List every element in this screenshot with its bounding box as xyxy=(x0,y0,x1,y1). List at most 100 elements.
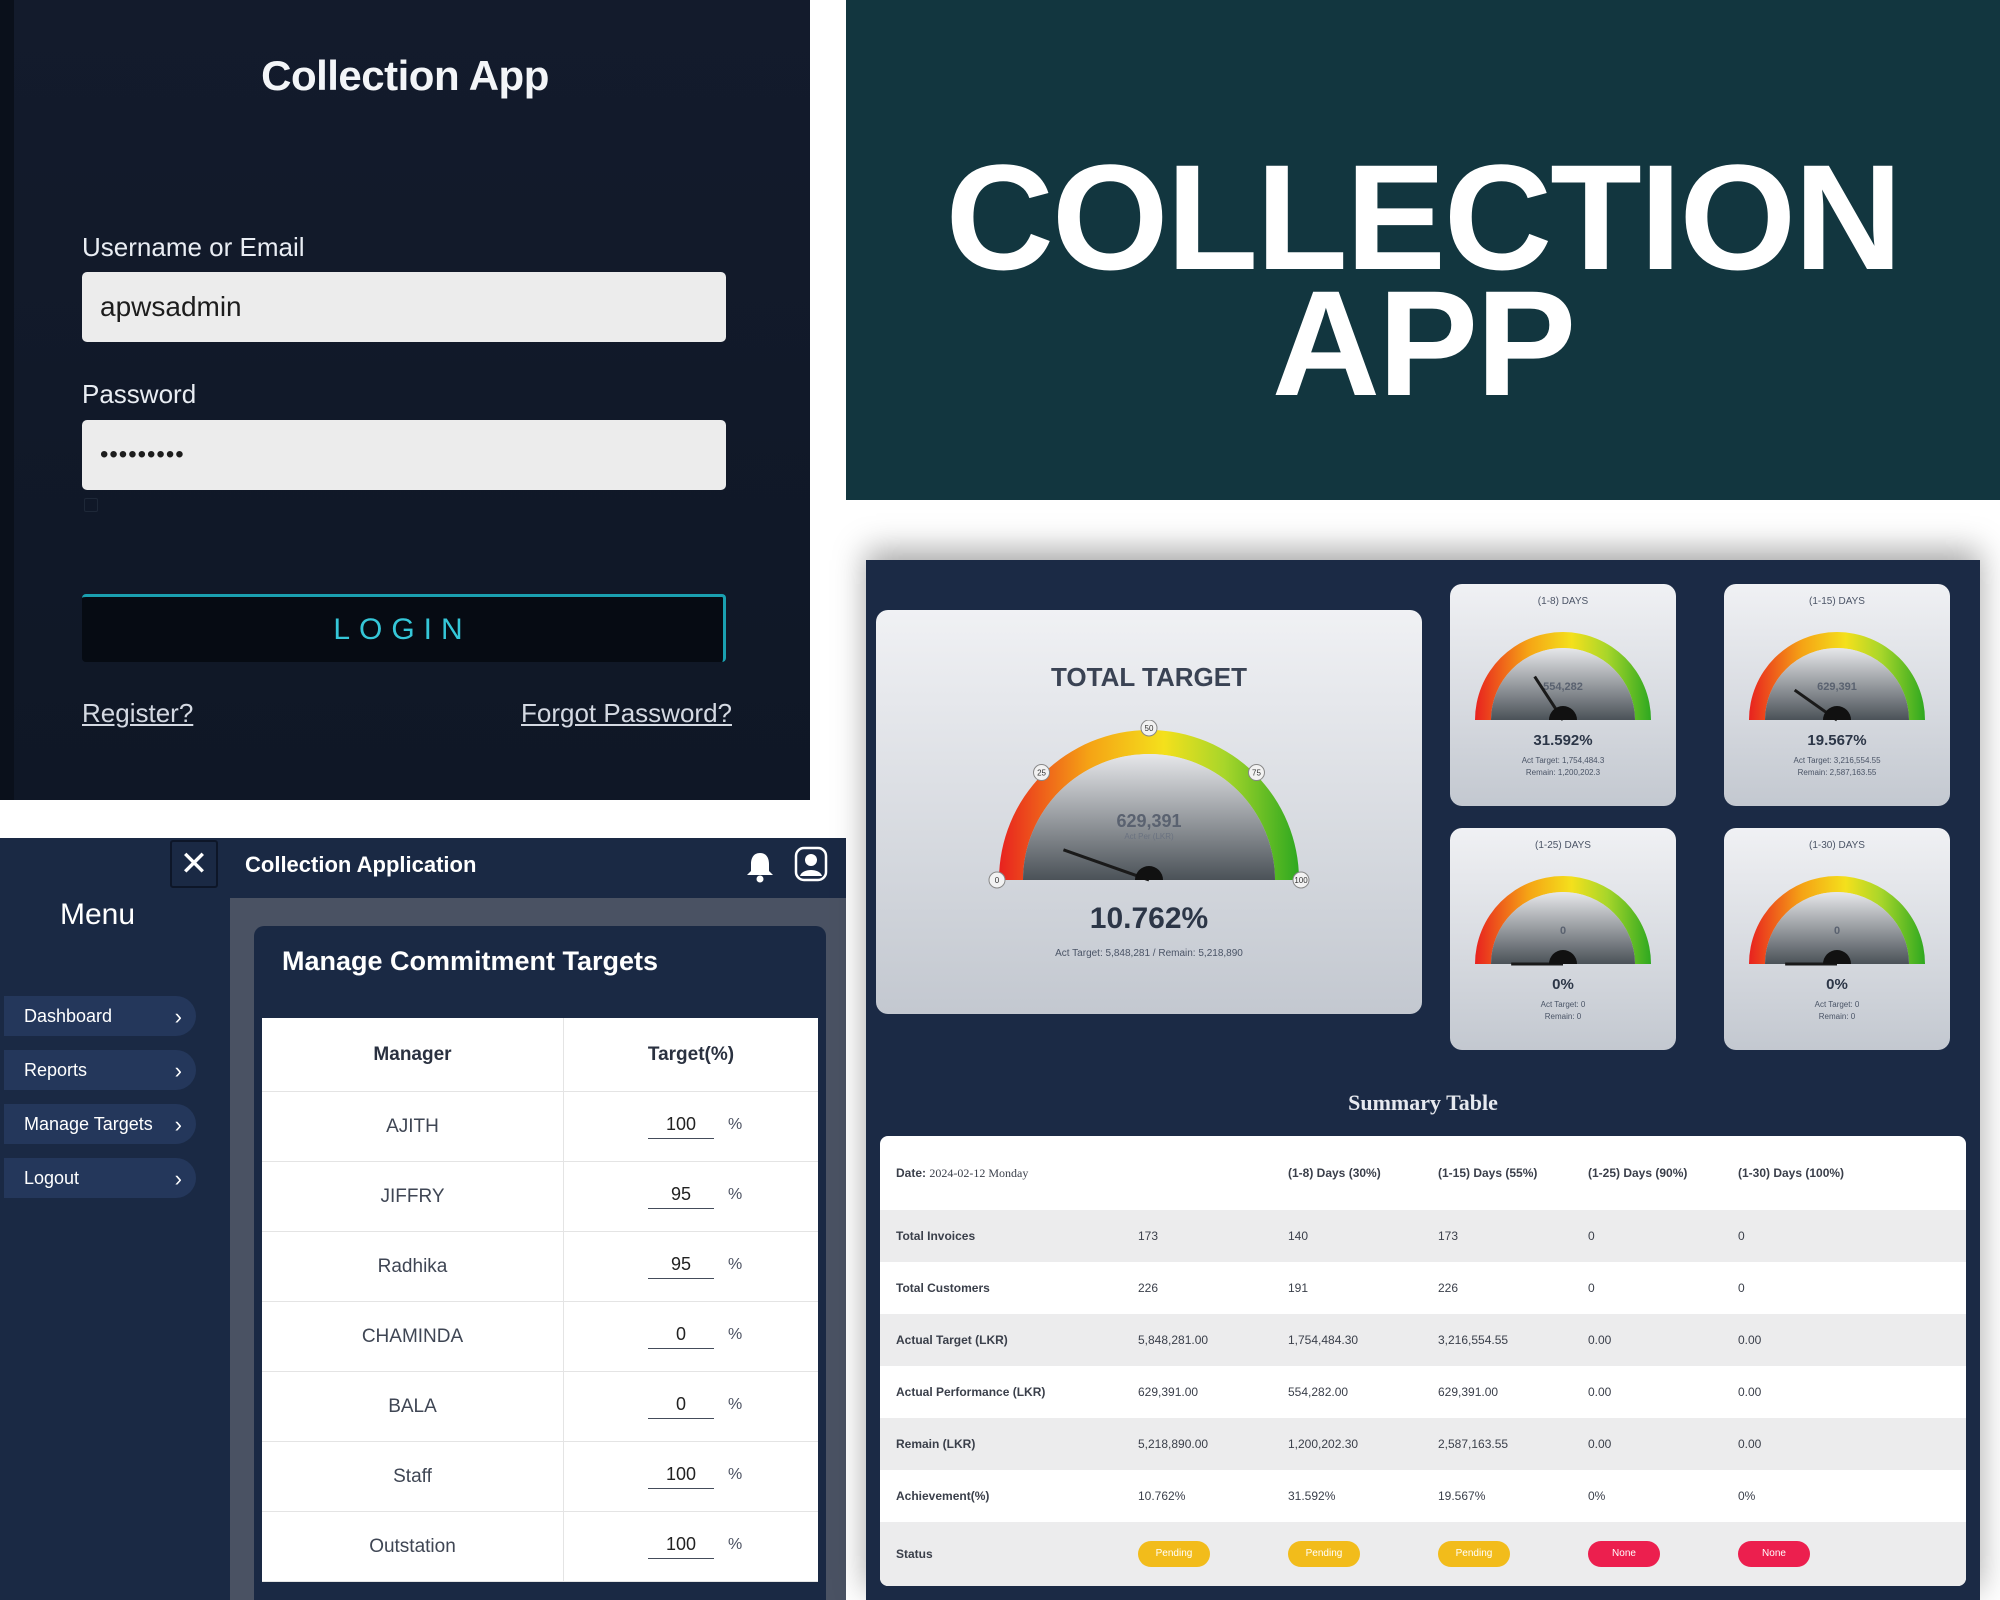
summary-row: Total Invoices 173 140 173 0 0 xyxy=(880,1210,1966,1262)
manage-targets-screen: ✕ Menu Dashboard › Reports › Manage Targ… xyxy=(0,838,846,1600)
gauge-tick-label: 0 xyxy=(995,876,1000,885)
summary-cell: 629,391.00 xyxy=(1438,1385,1499,1399)
target-input[interactable]: 0 xyxy=(648,1394,714,1419)
summary-cell: 31.592% xyxy=(1288,1489,1336,1503)
sidebar-item-label: Logout xyxy=(24,1167,80,1188)
manager-name: JIFFRY xyxy=(262,1162,564,1231)
date-label: Date: xyxy=(896,1165,927,1180)
gauge-unit-label: Act Per (LKR) xyxy=(1124,832,1174,841)
sidebar: ✕ Menu Dashboard › Reports › Manage Targ… xyxy=(0,838,230,1600)
summary-cell: 0 xyxy=(1738,1229,1745,1243)
gauge-target-line: Act Target: 0 xyxy=(1540,1000,1586,1009)
bell-icon[interactable] xyxy=(742,848,778,884)
summary-cell: 2,587,163.55 xyxy=(1438,1437,1509,1451)
sidebar-item-reports[interactable]: Reports › xyxy=(4,1050,196,1090)
manager-name: AJITH xyxy=(262,1092,564,1161)
summary-cell: 226 xyxy=(1438,1281,1459,1295)
summary-column-header: (1-30) Days (100%) xyxy=(1738,1166,1845,1180)
status-cell: None xyxy=(1738,1541,1888,1567)
summary-cell: 5,848,281.00 xyxy=(1138,1333,1209,1347)
summary-title: Summary Table xyxy=(1348,1090,1498,1115)
summary-cell: 0.00 xyxy=(1738,1333,1762,1347)
target-cell: 100% xyxy=(564,1092,818,1161)
password-label: Password xyxy=(82,379,197,409)
summary-cell: 0.00 xyxy=(1588,1333,1612,1347)
manager-name: Outstation xyxy=(262,1512,564,1581)
summary-column-header: (1-15) Days (55%) xyxy=(1438,1166,1538,1180)
status-cell: Pending xyxy=(1438,1541,1588,1567)
target-cell: 95% xyxy=(564,1162,818,1231)
period-gauge-card: (1-15) DAYS 629,391 19.567% Act Target: 3,2… xyxy=(1724,584,1950,806)
summary-row: Achievement(%) 10.762% 31.592% 19.567% 0% 0% xyxy=(880,1470,1966,1522)
summary-table-body: Total Invoices 173 140 173 0 0 Total Customers… xyxy=(880,1210,1966,1522)
target-cell: 0% xyxy=(564,1302,818,1371)
gauge-days-label: (1-8) DAYS xyxy=(1537,596,1589,607)
target-input[interactable]: 95 xyxy=(648,1254,714,1279)
summary-row: Total Customers 226 191 226 0 0 xyxy=(880,1262,1966,1314)
sidebar-item-manage-targets[interactable]: Manage Targets › xyxy=(4,1104,196,1144)
gauge-tick-label: 50 xyxy=(1145,724,1154,733)
summary-row-label: Actual Performance (LKR) xyxy=(896,1385,1046,1399)
gauge-target-line: Act Target: 1,754,484.3 xyxy=(1521,756,1605,765)
gauge-value-label: 554,282 xyxy=(1543,681,1583,693)
summary-row-label: Achievement(%) xyxy=(896,1489,990,1503)
summary-date: Date: 2024-02-12 Monday xyxy=(880,1166,1288,1181)
card-title: Manage Commitment Targets xyxy=(282,946,659,976)
period-gauge: 554,282 xyxy=(1475,632,1651,721)
summary-cell: 0% xyxy=(1588,1489,1606,1503)
table-row: Radhika 95% xyxy=(262,1232,818,1302)
target-cell: 100% xyxy=(564,1512,818,1581)
summary-cell: 5,218,890.00 xyxy=(1138,1437,1209,1451)
password-input[interactable]: ••••••••• xyxy=(82,420,726,490)
status-badge: None xyxy=(1588,1541,1660,1567)
gauge-target-line: Act Target: 0 xyxy=(1814,1000,1860,1009)
username-label: Username or Email xyxy=(82,232,305,262)
targets-table-body: AJITH 100% JIFFRY 95% Radhika 95% CHAMINDA 0% BA… xyxy=(262,1092,818,1582)
close-menu-button[interactable]: ✕ xyxy=(170,840,218,888)
sidebar-item-logout[interactable]: Logout › xyxy=(4,1158,196,1198)
remember-checkbox[interactable] xyxy=(84,498,98,512)
summary-cell: 0.00 xyxy=(1738,1385,1762,1399)
summary-cell: 0 xyxy=(1588,1281,1595,1295)
sidebar-item-label: Reports xyxy=(24,1059,88,1080)
summary-row: Actual Target (LKR) 5,848,281.00 1,754,484… xyxy=(880,1314,1966,1366)
targets-table: Manager Target(%) AJITH 100% JIFFRY 95% Radh… xyxy=(262,1018,818,1582)
chevron-right-icon: › xyxy=(174,1004,182,1029)
summary-row-label: Total Customers xyxy=(896,1281,990,1295)
status-badge: Pending xyxy=(1288,1541,1360,1567)
table-row: JIFFRY 95% xyxy=(262,1162,818,1232)
summary-row-label: Total Invoices xyxy=(896,1229,976,1243)
target-input[interactable]: 100 xyxy=(648,1464,714,1489)
gauge-value-label: 0 xyxy=(1834,925,1840,937)
summary-cell: 554,282.00 xyxy=(1288,1385,1349,1399)
summary-cell: 140 xyxy=(1288,1229,1309,1243)
forgot-password-link[interactable]: Forgot Password? xyxy=(521,698,732,729)
target-cell: 100% xyxy=(564,1442,818,1511)
summary-row: Actual Performance (LKR) 629,391.00 554,28… xyxy=(880,1366,1966,1418)
manager-name: Staff xyxy=(262,1442,564,1511)
gauge-percent: 31.592% xyxy=(1533,732,1593,749)
target-input[interactable]: 95 xyxy=(648,1184,714,1209)
total-target-title: TOTAL TARGET xyxy=(1051,662,1247,692)
summary-cell: 1,200,202.30 xyxy=(1288,1437,1359,1451)
gauge-value-label: 629,391 xyxy=(1116,811,1181,831)
summary-row: Remain (LKR) 5,218,890.00 1,200,202.30 2,58… xyxy=(880,1418,1966,1470)
status-cell: Pending xyxy=(1288,1541,1438,1567)
total-target-percent: 10.762% xyxy=(1089,902,1209,935)
summary-cell: 0 xyxy=(1588,1229,1595,1243)
status-label: Status xyxy=(896,1547,933,1561)
username-input[interactable]: apwsadmin xyxy=(82,272,726,342)
login-button[interactable]: LOGIN xyxy=(82,594,726,662)
app-title: Collection Application xyxy=(245,852,477,877)
target-input[interactable]: 0 xyxy=(648,1324,714,1349)
percent-sign: % xyxy=(728,1536,743,1553)
target-input[interactable]: 100 xyxy=(648,1114,714,1139)
table-row: Staff 100% xyxy=(262,1442,818,1512)
register-link[interactable]: Register? xyxy=(82,698,193,729)
summary-cell: 191 xyxy=(1288,1281,1309,1295)
status-badge: Pending xyxy=(1138,1541,1210,1567)
percent-sign: % xyxy=(728,1396,743,1413)
target-input[interactable]: 100 xyxy=(648,1534,714,1559)
user-account-icon[interactable] xyxy=(794,846,828,882)
sidebar-item-dashboard[interactable]: Dashboard › xyxy=(4,996,196,1036)
